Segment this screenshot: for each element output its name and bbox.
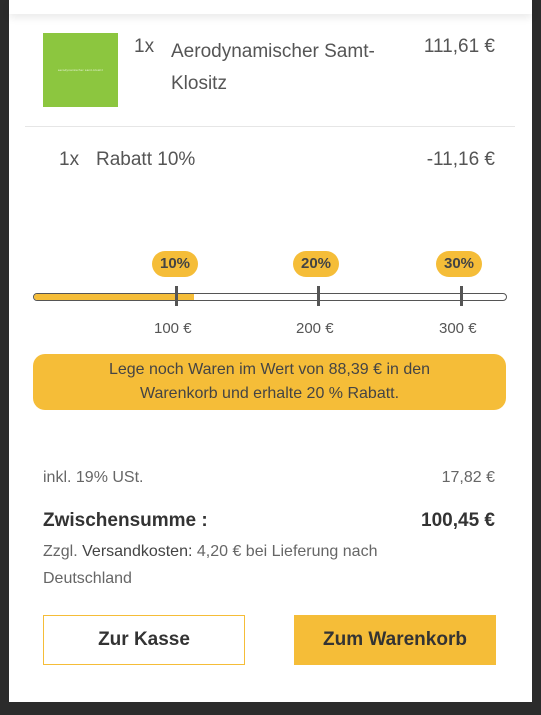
- discount-notice: Lege noch Waren im Wert von 88,39 € in d…: [33, 354, 506, 410]
- product-quantity: 1x: [134, 36, 155, 57]
- tier-badge-20: 20%: [293, 251, 340, 277]
- tier-threshold-100: 100 €: [154, 320, 192, 337]
- vat-value: 17,82 €: [441, 469, 495, 486]
- discount-notice-text: Lege noch Waren im Wert von 88,39 € in d…: [108, 361, 431, 402]
- view-cart-button[interactable]: Zum Warenkorb: [294, 615, 496, 665]
- discount-name: Rabatt 10%: [96, 149, 196, 170]
- progress-track: [33, 293, 507, 301]
- mini-cart-panel: aerodynamischer samt-klositz 1x Aerodyna…: [9, 0, 532, 702]
- shipping-prefix: Zzgl.: [43, 543, 78, 560]
- product-name[interactable]: Aerodynamischer Samt-Klositz: [171, 36, 391, 100]
- tier-badge-10: 10%: [152, 251, 199, 277]
- tier-threshold-200: 200 €: [296, 320, 334, 337]
- product-thumbnail[interactable]: aerodynamischer samt-klositz: [43, 33, 118, 107]
- tier-badge-30: 30%: [436, 251, 483, 277]
- item-divider: [25, 126, 515, 127]
- cart-header-bar: [9, 0, 532, 14]
- tier-tick-100: [175, 286, 178, 306]
- vat-label: inkl. 19% USt.: [43, 469, 144, 486]
- subtotal-value: 100,45 €: [421, 510, 495, 531]
- tier-threshold-300: 300 €: [439, 320, 477, 337]
- product-thumbnail-text: aerodynamischer samt-klositz: [57, 68, 104, 72]
- tier-tick-300: [460, 286, 463, 306]
- checkout-button[interactable]: Zur Kasse: [43, 615, 245, 665]
- shipping-info: Zzgl. Versandkosten: 4,20 € bei Lieferun…: [43, 538, 463, 592]
- progress-fill: [34, 294, 195, 300]
- discount-price: -11,16 €: [426, 149, 495, 170]
- shipping-label: Versandkosten:: [82, 543, 193, 560]
- product-price: 111,61 €: [423, 36, 495, 57]
- discount-quantity: 1x: [59, 149, 80, 170]
- tier-tick-200: [317, 286, 320, 306]
- subtotal-label: Zwischensumme :: [43, 510, 208, 531]
